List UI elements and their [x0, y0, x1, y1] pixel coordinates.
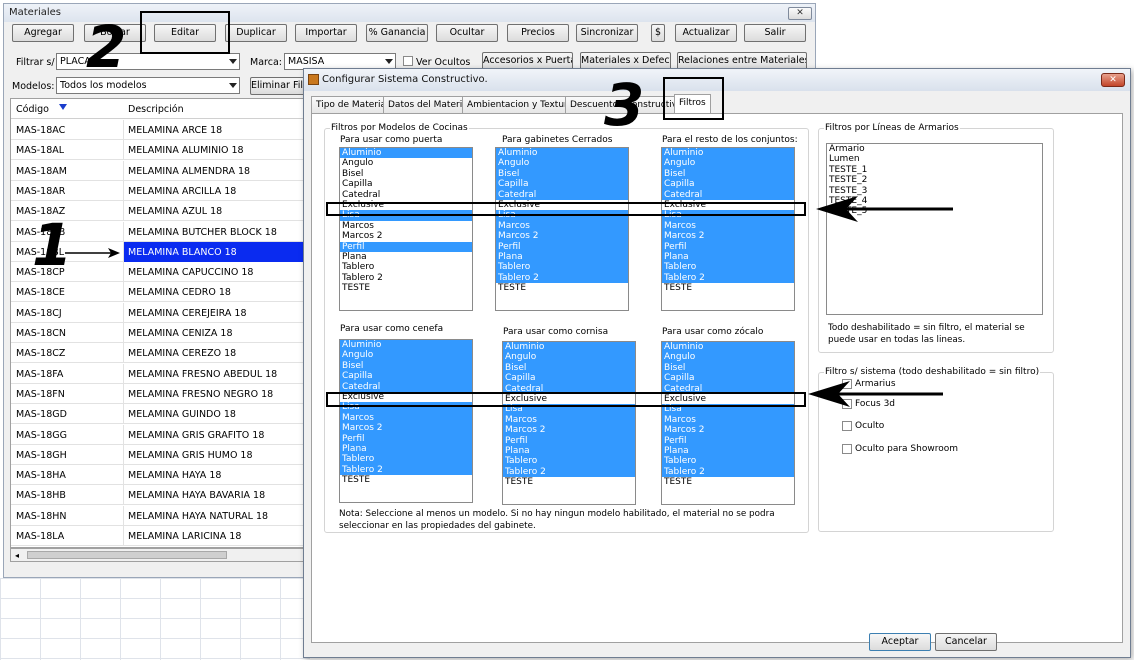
arrow-top-exclusive [816, 196, 953, 222]
arrow-bottom-exclusive [808, 381, 943, 407]
annotation-arrows [65, 196, 953, 407]
arrow-step1 [65, 248, 120, 258]
